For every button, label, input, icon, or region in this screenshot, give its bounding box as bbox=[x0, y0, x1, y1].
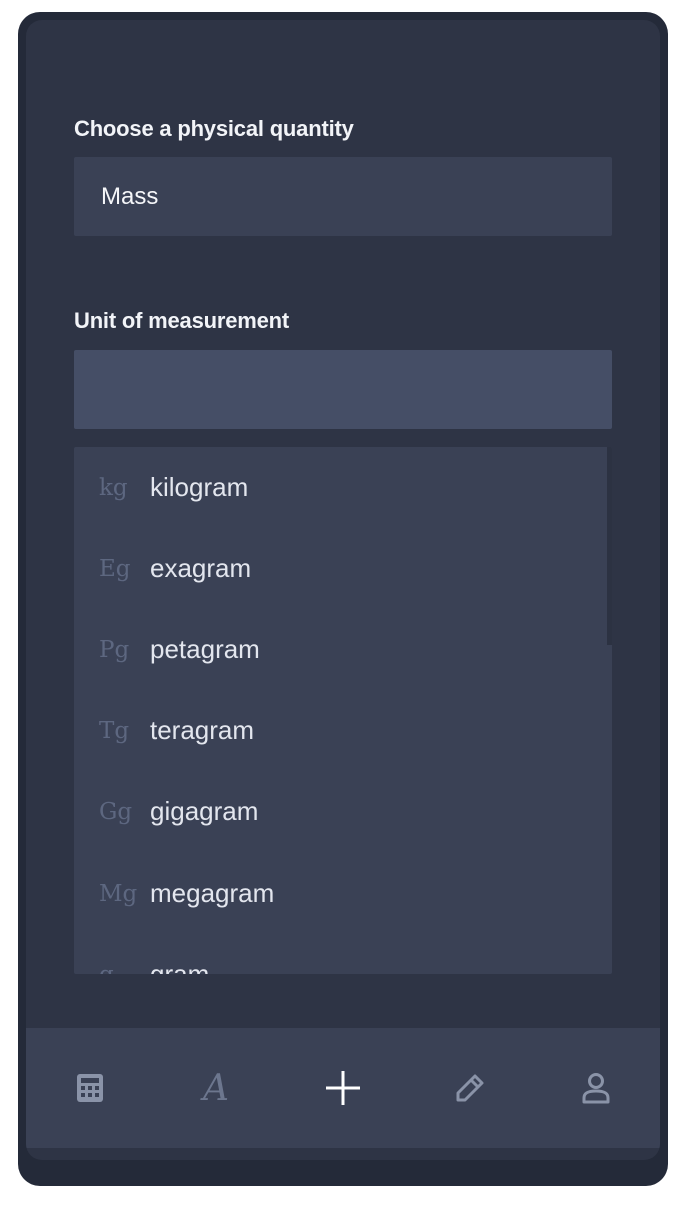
nav-calculator-button[interactable] bbox=[45, 1028, 135, 1148]
unit-symbol: Eg bbox=[99, 555, 131, 582]
unit-symbol: Tg bbox=[99, 717, 130, 744]
app-frame: Choose a physical quantity Mass Unit of … bbox=[18, 12, 668, 1186]
unit-item-megagram[interactable]: Mg megagram bbox=[74, 853, 604, 934]
unit-name: kilogram bbox=[150, 472, 249, 502]
unit-symbol: Pg bbox=[99, 636, 130, 663]
unit-name: megagram bbox=[150, 878, 275, 908]
unit-symbol: Gg bbox=[99, 798, 133, 825]
pencil-icon bbox=[456, 1074, 484, 1102]
calculator-icon bbox=[77, 1074, 103, 1102]
unit-symbol: g bbox=[99, 962, 150, 975]
unit-search-input[interactable] bbox=[74, 350, 612, 429]
converter-screen: Choose a physical quantity Mass Unit of … bbox=[26, 20, 660, 1160]
unit-name: teragram bbox=[150, 715, 255, 745]
unit-symbol: Mg bbox=[99, 880, 138, 907]
nav-edit-button[interactable] bbox=[425, 1028, 515, 1148]
font-a-icon: A bbox=[203, 1067, 229, 1109]
unit-name: exagram bbox=[150, 553, 252, 583]
unit-item-gigagram[interactable]: Gg gigagram bbox=[74, 771, 604, 852]
unit-name: gram bbox=[150, 959, 210, 974]
user-icon bbox=[582, 1073, 610, 1104]
unit-item-teragram[interactable]: Tg teragram bbox=[74, 690, 604, 771]
unit-name: petagram bbox=[150, 634, 260, 664]
unit-list-scrollbar[interactable] bbox=[607, 447, 612, 645]
nav-font-button[interactable]: A bbox=[171, 1028, 261, 1148]
plus-icon bbox=[326, 1071, 360, 1105]
unit-item-exagram[interactable]: Eg exagram bbox=[74, 528, 604, 609]
quantity-label: Choose a physical quantity bbox=[74, 116, 354, 141]
unit-item-kilogram[interactable]: kg kilogram bbox=[74, 447, 604, 528]
quantity-select[interactable]: Mass bbox=[74, 157, 612, 236]
unit-name: gigagram bbox=[150, 796, 259, 826]
nav-profile-button[interactable] bbox=[551, 1028, 641, 1148]
quantity-selected-value: Mass bbox=[101, 182, 159, 210]
unit-list[interactable]: kg kilogram Eg exagram Pg petagram Tg te… bbox=[74, 447, 612, 974]
bottom-nav-bar: A bbox=[26, 1028, 660, 1148]
unit-item-gram[interactable]: g gram bbox=[74, 934, 604, 974]
unit-item-petagram[interactable]: Pg petagram bbox=[74, 609, 604, 690]
nav-add-button[interactable] bbox=[298, 1028, 388, 1148]
unit-label: Unit of measurement bbox=[74, 308, 290, 333]
unit-symbol: kg bbox=[99, 474, 128, 501]
